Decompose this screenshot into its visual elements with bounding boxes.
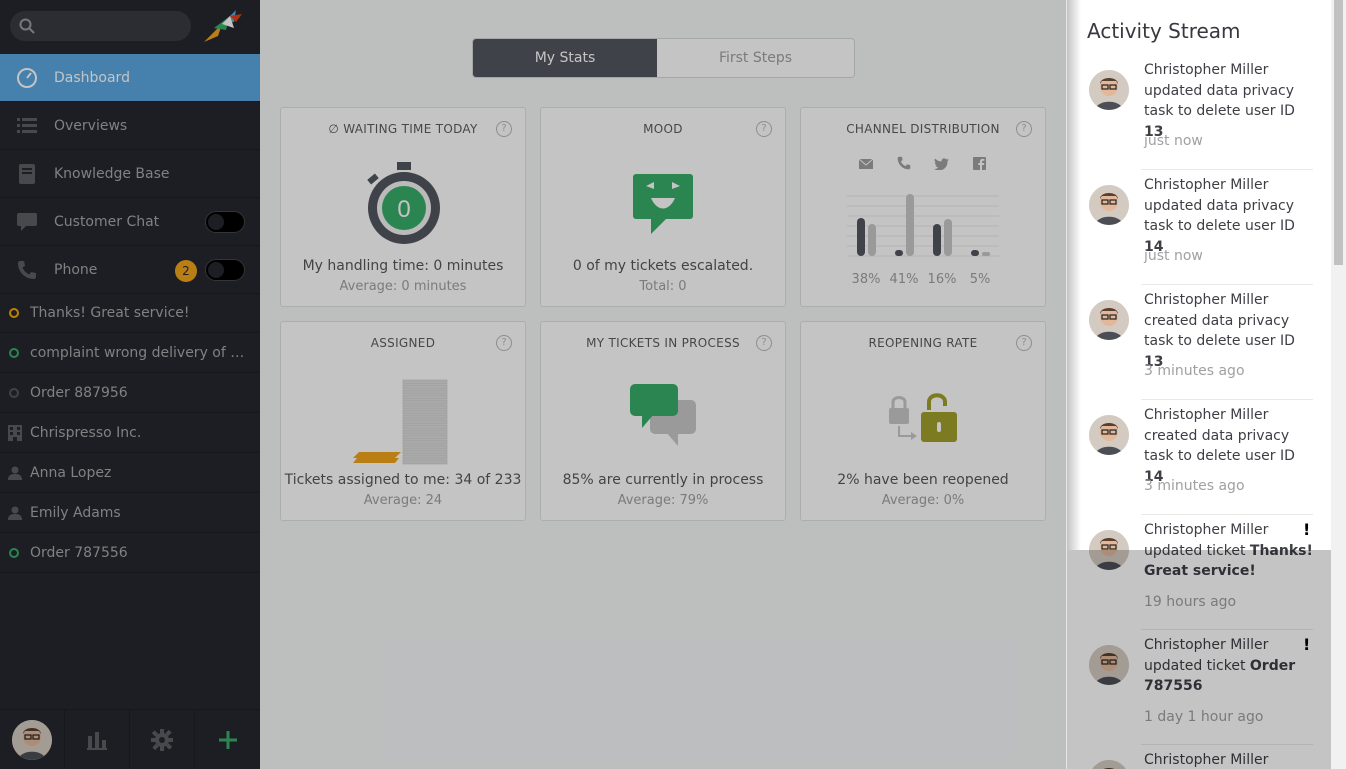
divider: [1141, 514, 1313, 515]
panel-shadow: [1067, 0, 1081, 550]
activity-time: 3 minutes ago: [1144, 478, 1245, 494]
activity-text: Christopher Miller updated data privacy …: [1144, 177, 1295, 255]
activity-stream-panel: Activity Stream Christopher Miller updat…: [1066, 0, 1346, 769]
scrollbar-thumb[interactable]: [1334, 0, 1343, 265]
avatar: [1089, 70, 1129, 110]
avatar: [1089, 415, 1129, 455]
activity-text: Christopher Miller created data privacy …: [1144, 407, 1295, 485]
activity-text: Christopher Miller created data privacy …: [1144, 292, 1295, 370]
activity-scrollbar[interactable]: [1331, 0, 1346, 769]
activity-time: just now: [1144, 248, 1203, 264]
panel-shadow: [1067, 550, 1346, 769]
activity-text: Christopher Miller updated data privacy …: [1144, 62, 1295, 140]
activity-stream-title: Activity Stream: [1087, 19, 1241, 43]
activity-time: 3 minutes ago: [1144, 363, 1245, 379]
divider: [1141, 169, 1313, 170]
activity-time: just now: [1144, 133, 1203, 149]
avatar: [1089, 300, 1129, 340]
divider: [1141, 284, 1313, 285]
avatar: [1089, 185, 1129, 225]
important-flag-icon: !: [1303, 520, 1311, 539]
modal-backdrop[interactable]: [0, 0, 1066, 769]
divider: [1141, 399, 1313, 400]
